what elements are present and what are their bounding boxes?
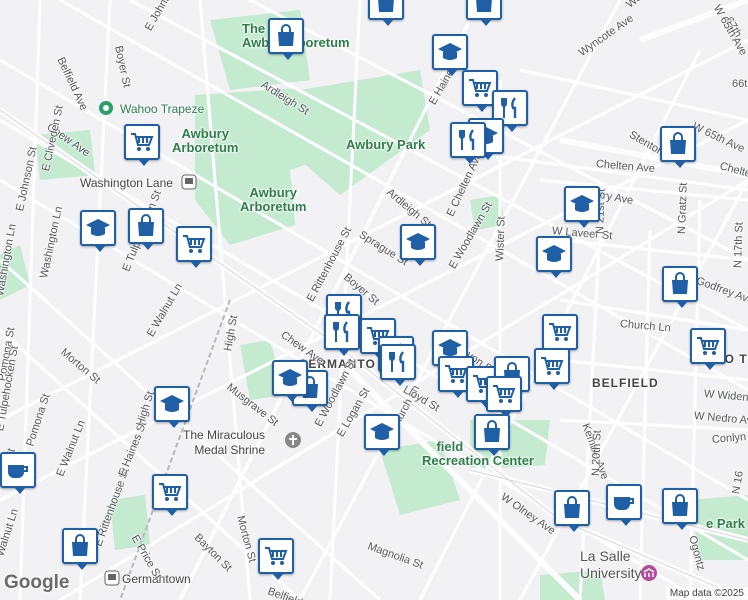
map-marker-bag[interactable] <box>662 488 698 530</box>
street-label: Wister St <box>494 216 508 262</box>
map-marker-cart[interactable] <box>176 226 212 268</box>
street-label: N Gratz St <box>676 182 690 235</box>
park-label-e-park: e Park <box>706 516 746 531</box>
restaurant-icon <box>389 351 405 372</box>
map-marker-cart[interactable] <box>124 124 160 166</box>
map-marker-bag[interactable] <box>662 266 698 308</box>
map-marker-fork[interactable] <box>380 344 416 386</box>
shopping-bag-icon <box>476 0 492 12</box>
school-icon <box>406 233 430 250</box>
google-logo: Google <box>4 572 70 593</box>
map-marker-school[interactable] <box>154 386 190 428</box>
shopping-bag-icon <box>484 420 500 442</box>
shopping-cart-icon <box>469 79 492 97</box>
map-canvas[interactable]: Awbury Park Awbury Arboretum Awbury Arbo… <box>0 0 748 600</box>
map-marker-bag[interactable] <box>474 414 510 456</box>
school-icon <box>438 43 462 60</box>
restaurant-icon <box>459 129 475 150</box>
shopping-cart-icon <box>493 385 516 403</box>
map-marker-bag[interactable] <box>62 528 98 570</box>
train-icon <box>181 174 197 190</box>
shopping-cart-icon <box>697 337 720 355</box>
school-icon <box>570 195 594 212</box>
map-marker-school[interactable] <box>400 224 436 266</box>
pin-icon <box>99 101 113 115</box>
shopping-cart-icon <box>159 483 182 501</box>
shopping-cart-icon <box>183 235 206 253</box>
map-marker-cart[interactable] <box>152 474 188 516</box>
shopping-cart-icon <box>131 133 154 151</box>
map-marker-cup[interactable] <box>0 452 36 494</box>
cafe-icon <box>8 465 28 478</box>
cafe-icon <box>614 497 634 510</box>
map-marker-cup[interactable] <box>606 484 642 526</box>
map-marker-bag[interactable] <box>660 126 696 168</box>
shopping-bag-icon <box>72 534 88 556</box>
map-marker-school[interactable] <box>536 236 572 278</box>
map-marker-bag[interactable] <box>554 490 590 532</box>
shopping-cart-icon <box>265 547 288 565</box>
map-marker-school[interactable] <box>364 414 400 456</box>
map-marker-school[interactable] <box>432 34 468 76</box>
map-marker-cart[interactable] <box>690 328 726 370</box>
map-marker-school[interactable] <box>564 186 600 228</box>
shopping-bag-icon <box>378 0 394 12</box>
map-marker-fork[interactable] <box>324 314 360 356</box>
school-icon <box>278 369 302 386</box>
shopping-bag-icon <box>672 494 688 516</box>
map-marker-school[interactable] <box>272 360 308 402</box>
street-label: N 17th St <box>732 221 746 269</box>
map-marker-bag[interactable] <box>268 18 304 60</box>
shopping-cart-icon <box>541 357 564 375</box>
poi-label-la-salle: La Salle University <box>580 548 642 581</box>
shopping-bag-icon <box>138 214 154 236</box>
poi-label-miraculous-medal: The Miraculous Medal Shrine <box>183 428 266 457</box>
shopping-bag-icon <box>564 496 580 518</box>
map-marker-fork[interactable] <box>450 122 486 164</box>
poi-label-wahoo-trapeze: Wahoo Trapeze <box>120 102 205 116</box>
map-marker-bag[interactable] <box>466 0 502 26</box>
school-icon <box>370 423 394 440</box>
church-icon <box>285 432 301 448</box>
neighborhood-label-belfield: BELFIELD <box>592 376 659 390</box>
map-marker-cart[interactable] <box>258 538 294 580</box>
park-label-awbury-arboretum: Awbury Arboretum <box>240 185 307 214</box>
map-attribution[interactable]: Map data ©2025 <box>665 587 748 600</box>
map-marker-school[interactable] <box>80 210 116 252</box>
park-label-awbury-arboretum-west: Awbury Arboretum <box>172 126 239 155</box>
school-icon <box>160 395 184 412</box>
map-marker-bag[interactable] <box>128 208 164 250</box>
train-icon <box>104 570 120 586</box>
school-icon <box>86 219 110 236</box>
park-label-awbury-park: Awbury Park <box>346 137 426 152</box>
map-marker-cart[interactable] <box>486 376 522 418</box>
shopping-bag-icon <box>278 24 294 46</box>
street-label: N 20th St <box>590 429 604 477</box>
school-icon <box>542 245 566 262</box>
map-marker-bag[interactable] <box>368 0 404 26</box>
shopping-cart-icon <box>549 323 572 341</box>
restaurant-icon <box>333 321 349 342</box>
shopping-bag-icon <box>672 272 688 294</box>
poi-label-washington-lane: Washington Lane <box>80 176 173 190</box>
map-marker-cart[interactable] <box>534 348 570 390</box>
shopping-bag-icon <box>670 132 686 154</box>
map-marker-cart[interactable] <box>542 314 578 356</box>
street-label: 66th <box>732 78 748 90</box>
university-icon <box>641 565 657 581</box>
